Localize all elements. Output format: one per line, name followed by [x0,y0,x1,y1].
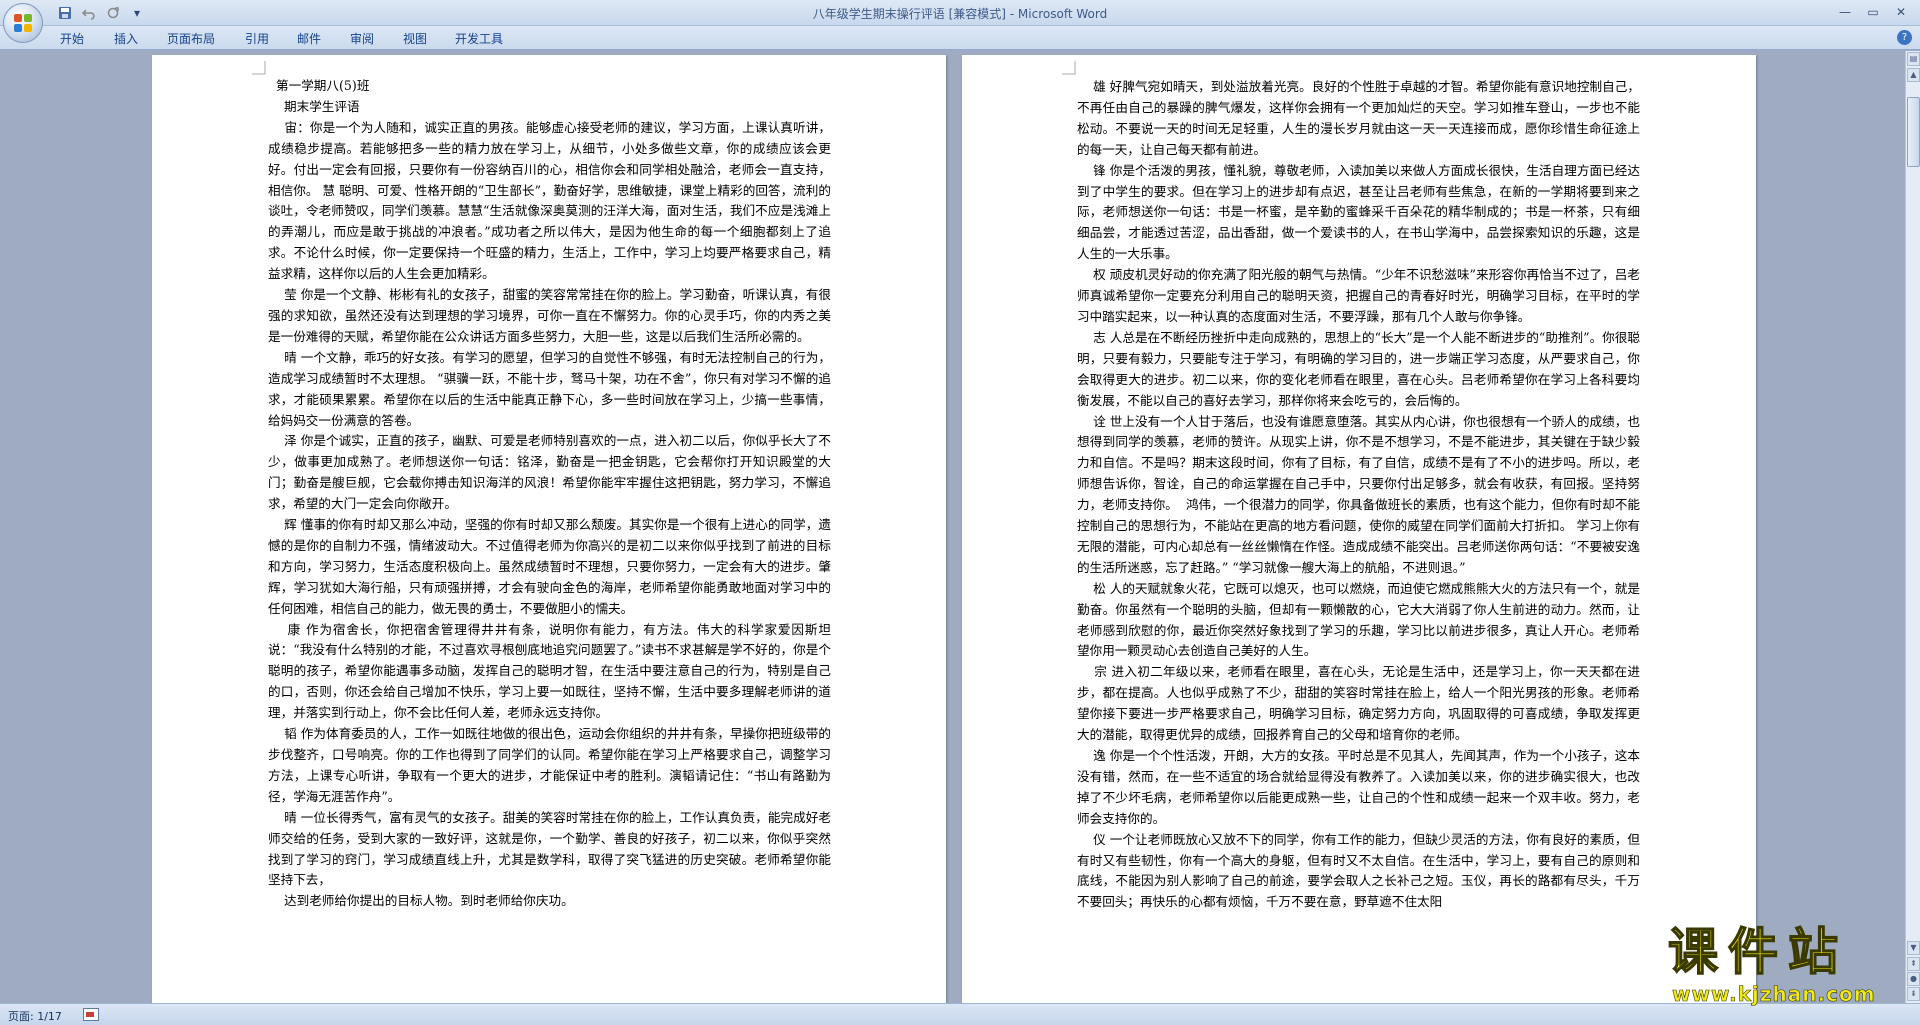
window-controls: — ▭ ✕ [1832,2,1914,21]
help-icon[interactable]: ? [1897,30,1912,45]
title-bar: ▾ 八年级学生期末操行评语 [兼容模式] - Microsoft Word — … [0,0,1920,26]
minimize-icon[interactable]: — [1832,2,1858,21]
maximize-icon[interactable]: ▭ [1860,2,1886,21]
tab-review[interactable]: 审阅 [350,30,374,47]
window-title: 八年级学生期末操行评语 [兼容模式] - Microsoft Word [812,7,1108,21]
ribbon-tabs: 开始 插入 页面布局 引用 邮件 审阅 视图 开发工具 ? [0,26,1920,50]
proofing-icon[interactable] [83,1008,99,1021]
tab-page-layout[interactable]: 页面布局 [167,30,215,47]
tab-home[interactable]: 开始 [60,30,84,47]
tab-insert[interactable]: 插入 [114,30,138,47]
page-body-text[interactable]: 雄 好脾气宛如晴天，到处溢放着光亮。良好的个性胜于卓越的才智。希望你能有意识地控… [1077,77,1640,913]
tab-developer[interactable]: 开发工具 [455,30,503,47]
watermark-url: www.kjzhan.com [1672,982,1876,1007]
crop-mark-icon [252,61,266,75]
tab-mailings[interactable]: 邮件 [297,30,321,47]
scroll-up-icon[interactable]: ▲ [1907,68,1920,82]
office-logo-icon [14,14,34,34]
ruler-toggle-icon[interactable]: ▤ [1907,52,1920,66]
watermark-title: 课件站 [1667,923,1848,981]
close-icon[interactable]: ✕ [1888,2,1914,21]
watermark: 课件站 www.kjzhan.com [1667,923,1920,1007]
document-page[interactable]: 第一学期八(5)班 期末学生评语 宙：你是一个为人随和，诚实正直的男孩。能够虚心… [152,55,946,1003]
tab-view[interactable]: 视图 [403,30,427,47]
vertical-scrollbar[interactable]: ▤ ▲ ▼ ⇞ ● ⇟ [1905,51,1920,1003]
crop-mark-icon [1062,61,1076,75]
office-button[interactable] [3,3,43,43]
page-body-text[interactable]: 第一学期八(5)班 期末学生评语 宙：你是一个为人随和，诚实正直的男孩。能够虚心… [268,76,831,912]
tab-references[interactable]: 引用 [245,30,269,47]
status-bar: 页面: 1/17 [0,1003,1920,1025]
document-area: 第一学期八(5)班 期末学生评语 宙：你是一个为人随和，诚实正直的男孩。能够虚心… [0,51,1905,1003]
document-page[interactable]: 雄 好脾气宛如晴天，到处溢放着光亮。良好的个性胜于卓越的才智。希望你能有意识地控… [962,55,1756,1003]
scroll-thumb[interactable] [1907,97,1920,167]
page-count[interactable]: 页面: 1/17 [8,1008,62,1024]
